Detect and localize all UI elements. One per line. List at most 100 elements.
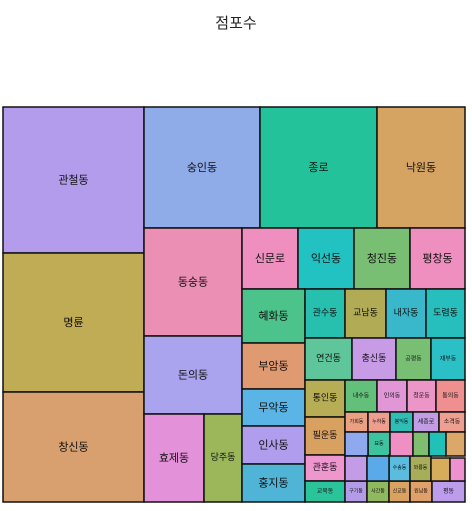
treemap-tile-label: 통인동: [313, 393, 338, 404]
treemap-tile-rect: [389, 431, 414, 457]
treemap-tile-label: 내수동: [353, 392, 370, 400]
treemap-tile-label: 신교동: [393, 488, 407, 495]
treemap-tile-label: 신문로: [255, 252, 285, 265]
treemap-tile-label: 내자동: [394, 308, 419, 319]
treemap-tile-label: 도렴동: [433, 307, 458, 319]
treemap-tile: 가회동: [344, 411, 369, 433]
treemap-tile-label: 종로: [308, 161, 328, 174]
treemap-tile-label: 숭인동: [187, 161, 217, 174]
treemap-tile: 통인동: [304, 379, 346, 418]
treemap-tile: 동숭동: [143, 227, 243, 337]
treemap-tile-label: 사간동: [371, 488, 385, 495]
treemap-tile: 신교동: [388, 480, 411, 503]
treemap-tile-label: 청운동: [413, 393, 430, 400]
treemap-tile: 관훈동: [304, 454, 346, 482]
treemap-tile-label: 인의동: [384, 392, 401, 400]
treemap-tile-label: 평창동: [422, 252, 452, 265]
treemap-tile: 교남동: [344, 288, 387, 339]
treemap-tile: 창신동: [2, 391, 145, 503]
treemap-tile-label: 교남동: [353, 308, 378, 319]
treemap-tile: 인사동: [241, 425, 306, 465]
treemap-tile: 청운동: [406, 379, 437, 413]
treemap-tile-label: 재부동: [440, 355, 457, 363]
treemap-tile-label: 효제동: [159, 452, 189, 465]
treemap-tile-label: 공평동: [405, 355, 422, 363]
treemap-tile-rect: [344, 455, 368, 482]
treemap-tile: 연건동: [304, 337, 353, 381]
treemap-tile-label: 무악동: [258, 401, 288, 414]
treemap-tile: 관수동: [304, 288, 346, 339]
treemap-tile-label: 청진동: [367, 252, 397, 265]
treemap-tile-label: 당주동: [211, 452, 236, 463]
treemap-tile-label: 돈의동: [178, 369, 208, 382]
treemap-tile: 혜화동: [241, 288, 306, 344]
treemap-tile-label: 연건동: [316, 353, 341, 364]
treemap-tile-label: 혜화동: [258, 310, 288, 323]
treemap-tile-label: 인사동: [258, 439, 288, 452]
treemap-tile: 숭인동: [143, 106, 261, 229]
treemap-tile-label: 관철동: [58, 174, 88, 187]
treemap-tile: [412, 431, 430, 457]
treemap-tile: 내자동: [385, 288, 427, 339]
treemap-tile: 돈의동: [143, 335, 243, 415]
treemap-tile-label: 홍지동: [258, 476, 288, 490]
treemap-tile: 낙원동: [376, 106, 466, 229]
treemap-tile-label: 관수동: [313, 308, 338, 319]
treemap-tile: 와룡동: [409, 454, 432, 482]
treemap-tile: 평창동: [409, 227, 466, 290]
treemap-tile: 명륜: [2, 252, 145, 393]
treemap-tile: 홍지동: [241, 463, 306, 503]
treemap-tile: [389, 431, 414, 457]
treemap-tile: 소격동: [438, 411, 466, 433]
treemap-tile: 내수동: [344, 379, 378, 413]
treemap-tile: 청진동: [353, 227, 411, 290]
treemap-tile: 수송동: [388, 454, 411, 482]
treemap-tile: 통의동: [435, 379, 466, 413]
treemap-tile: 사간동: [366, 480, 390, 503]
treemap-tile-label: 통의동: [442, 392, 459, 400]
treemap-tile-label: 부암동: [258, 360, 288, 373]
treemap-tile-label: 세종로: [418, 418, 435, 426]
treemap-tile: 충신동: [351, 337, 397, 381]
treemap-tile: 도렴동: [425, 288, 466, 339]
treemap-tile: [430, 457, 451, 482]
treemap-tile: 묘동: [367, 431, 391, 457]
treemap-tile: 필운동: [304, 416, 346, 456]
treemap-tile: 부암동: [241, 342, 306, 390]
treemap-tile: [449, 457, 466, 482]
treemap-tile-label: 누하동: [372, 418, 386, 425]
treemap-tile-label: 교북동: [317, 488, 334, 495]
treemap-tile-label: 봉익동: [395, 418, 409, 425]
treemap-tile-rect: [449, 457, 466, 482]
treemap-tile: 무악동: [241, 388, 306, 427]
treemap-tile: 관철동: [2, 106, 145, 254]
treemap-tile: 구기동: [344, 480, 368, 503]
treemap-tile-label: 소격동: [444, 419, 461, 426]
treemap-tile: [428, 431, 447, 457]
treemap-tile-rect: [445, 431, 466, 457]
treemap-tile: 봉익동: [389, 411, 414, 433]
treemap-tile-label: 창신동: [58, 441, 88, 454]
treemap-tile: 원남동: [409, 480, 433, 503]
treemap-tile: 공평동: [395, 337, 432, 381]
treemap-tile: 교북동: [304, 480, 346, 503]
treemap-tile: [344, 431, 369, 457]
treemap-tile: 누하동: [367, 411, 391, 433]
treemap-tile: 종로: [259, 106, 378, 229]
treemap-tile: 신문로: [241, 227, 299, 290]
treemap-tile-rect: [412, 431, 430, 457]
treemap-tile: 당주동: [203, 413, 243, 503]
treemap-tile-label: 익선동: [311, 252, 341, 265]
treemap-tile: 재부동: [430, 337, 466, 381]
treemap-tile-rect: [344, 431, 369, 457]
treemap-tile-rect: [430, 457, 451, 482]
treemap-tile-label: 동숭동: [178, 276, 208, 289]
treemap-tile-label: 수송동: [393, 464, 407, 471]
treemap-tile-rect: [428, 431, 447, 457]
treemap-tile: 익선동: [297, 227, 355, 290]
treemap-chart: 관철동명륜창신동 숭인동동숭동돈의동효제동 당주동 종로 낙원동신문로 익선동 청진동 평창동…: [2, 106, 466, 503]
treemap-tile-label: 낙원동: [406, 161, 436, 174]
treemap-tile: [344, 455, 368, 482]
treemap-tile-label: 와룡동: [414, 464, 428, 471]
treemap-tile: 세종로: [412, 411, 440, 433]
